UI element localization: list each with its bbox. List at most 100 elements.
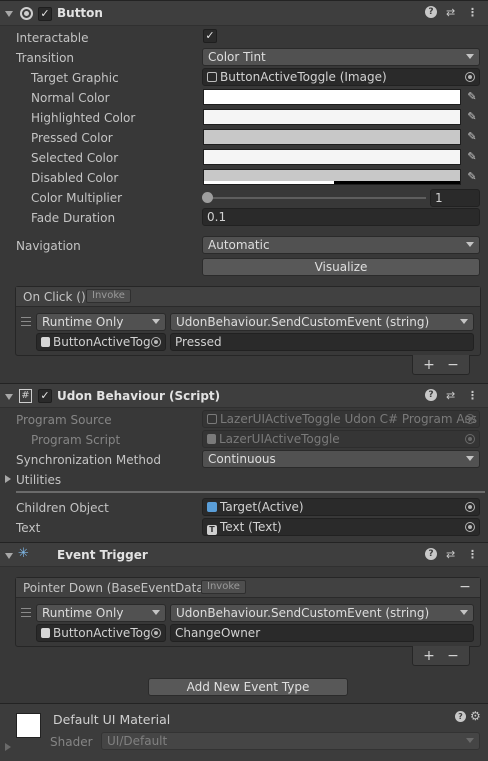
on-click-object-field[interactable]: ButtonActiveTog xyxy=(36,333,166,351)
color-multiplier-slider-track[interactable] xyxy=(206,197,426,199)
disabled-color-label: Disabled Color xyxy=(31,171,119,185)
shader-dropdown: UI/Default xyxy=(101,732,480,750)
udon-enabled-checkbox[interactable]: ✓ xyxy=(38,389,52,403)
pointer-down-invoke-button[interactable]: Invoke xyxy=(201,580,246,594)
interactable-label: Interactable xyxy=(16,31,89,45)
navigation-label: Navigation xyxy=(16,239,81,253)
object-picker-icon xyxy=(465,414,475,424)
on-click-invoke-button[interactable]: Invoke xyxy=(86,289,131,303)
on-click-title: On Click () xyxy=(23,290,86,304)
chevron-down-icon xyxy=(460,319,468,324)
visualize-button[interactable]: Visualize xyxy=(202,258,480,276)
eyedropper-icon[interactable]: ✎ xyxy=(465,130,479,144)
preset-icon[interactable]: ⇄ xyxy=(446,389,455,402)
program-script-label: Program Script xyxy=(31,433,121,447)
remove-listener-button[interactable]: − xyxy=(445,357,461,373)
context-menu-icon[interactable]: ⋮ xyxy=(467,548,478,561)
pointer-down-object-field[interactable]: ButtonActiveTog xyxy=(36,624,166,642)
children-object-label: Children Object xyxy=(16,501,109,515)
event-trigger-title: Event Trigger xyxy=(57,548,148,562)
pointer-down-argument-field[interactable]: ChangeOwner xyxy=(170,624,474,642)
on-click-function-dropdown[interactable]: UdonBehaviour.SendCustomEvent (string) xyxy=(170,313,474,331)
color-multiplier-field[interactable]: 1 xyxy=(430,189,480,207)
event-trigger-icon: ✳ xyxy=(18,546,29,561)
selected-color-label: Selected Color xyxy=(31,151,119,165)
preset-icon[interactable]: ⇄ xyxy=(446,6,455,19)
utilities-foldout-icon[interactable] xyxy=(5,475,11,483)
add-listener-button[interactable]: + xyxy=(421,648,437,664)
button-enabled-checkbox[interactable]: ✓ xyxy=(38,7,52,21)
gear-icon[interactable]: ⚙ xyxy=(470,709,481,723)
csharp-script-icon: # xyxy=(19,389,32,403)
foldout-arrow-icon[interactable] xyxy=(5,394,13,400)
help-icon[interactable]: ? xyxy=(425,6,437,18)
object-picker-icon[interactable] xyxy=(465,502,475,512)
program-script-field: LazerUIActiveToggle xyxy=(202,430,480,448)
eyedropper-icon[interactable]: ✎ xyxy=(465,110,479,124)
add-listener-button[interactable]: + xyxy=(421,357,437,373)
shader-label: Shader xyxy=(50,735,93,749)
transition-dropdown[interactable]: Color Tint xyxy=(202,48,480,66)
fade-duration-label: Fade Duration xyxy=(31,211,116,225)
eyedropper-icon[interactable]: ✎ xyxy=(465,150,479,164)
help-icon[interactable]: ? xyxy=(425,389,437,401)
target-graphic-label: Target Graphic xyxy=(31,71,119,85)
color-multiplier-slider-thumb[interactable] xyxy=(202,192,213,203)
script-icon xyxy=(41,628,50,638)
chevron-down-icon xyxy=(466,54,474,59)
pointer-down-function-dropdown[interactable]: UdonBehaviour.SendCustomEvent (string) xyxy=(170,604,474,622)
material-foldout-icon[interactable] xyxy=(5,743,11,751)
transition-label: Transition xyxy=(16,51,75,65)
object-picker-icon[interactable] xyxy=(465,522,475,532)
utilities-divider xyxy=(16,491,485,493)
fade-duration-field[interactable]: 0.1 xyxy=(202,208,480,226)
drag-handle-icon[interactable] xyxy=(21,608,31,617)
button-component-title: Button xyxy=(57,6,103,20)
chevron-down-icon xyxy=(466,456,474,461)
normal-color-label: Normal Color xyxy=(31,91,110,105)
chevron-down-icon xyxy=(152,610,160,615)
interactable-checkbox[interactable]: ✓ xyxy=(203,29,217,43)
button-component-header[interactable]: ✓ Button ? ⇄ ⋮ xyxy=(0,0,488,26)
target-graphic-field[interactable]: ButtonActiveToggle (Image) xyxy=(202,68,480,86)
add-new-event-type-button[interactable]: Add New Event Type xyxy=(148,678,348,696)
disabled-color-swatch[interactable] xyxy=(203,169,461,185)
remove-event-button[interactable]: − xyxy=(457,579,473,595)
sync-method-dropdown[interactable]: Continuous xyxy=(202,450,480,468)
selected-color-swatch[interactable] xyxy=(203,149,461,165)
program-source-field: LazerUIActiveToggle Udon C# Program Ass xyxy=(202,410,480,428)
text-field[interactable]: T Text (Text) xyxy=(202,518,480,536)
help-icon[interactable]: ? xyxy=(425,548,437,560)
on-click-runtime-dropdown[interactable]: Runtime Only xyxy=(36,313,166,331)
pressed-color-swatch[interactable] xyxy=(203,129,461,145)
material-preview[interactable] xyxy=(16,713,41,738)
children-object-field[interactable]: Target(Active) xyxy=(202,498,480,516)
object-picker-icon[interactable] xyxy=(151,628,161,638)
foldout-arrow-icon[interactable] xyxy=(5,11,13,17)
navigation-dropdown[interactable]: Automatic xyxy=(202,236,480,254)
pointer-down-runtime-dropdown[interactable]: Runtime Only xyxy=(36,604,166,622)
drag-handle-icon[interactable] xyxy=(21,317,31,326)
alpha-bar-dark xyxy=(334,181,460,184)
on-click-argument-field[interactable]: Pressed xyxy=(170,333,474,351)
color-multiplier-label: Color Multiplier xyxy=(31,191,123,205)
highlighted-color-label: Highlighted Color xyxy=(31,111,136,125)
eyedropper-icon[interactable]: ✎ xyxy=(465,170,479,184)
context-menu-icon[interactable]: ⋮ xyxy=(467,6,478,19)
eyedropper-icon[interactable]: ✎ xyxy=(465,90,479,104)
event-trigger-header[interactable]: ✳ Event Trigger ? ⇄ ⋮ xyxy=(0,542,488,567)
foldout-arrow-icon[interactable] xyxy=(5,553,13,559)
preset-icon[interactable]: ⇄ xyxy=(446,548,455,561)
udon-component-header[interactable]: # ✓ Udon Behaviour (Script) ? ⇄ ⋮ xyxy=(0,383,488,408)
normal-color-swatch[interactable] xyxy=(203,89,461,105)
program-source-label: Program Source xyxy=(16,413,112,427)
object-picker-icon[interactable] xyxy=(465,72,475,82)
remove-listener-button[interactable]: − xyxy=(445,648,461,664)
button-component-icon xyxy=(20,7,33,20)
object-picker-icon[interactable] xyxy=(151,337,161,347)
program-asset-icon xyxy=(207,414,217,424)
highlighted-color-swatch[interactable] xyxy=(203,109,461,125)
help-icon[interactable]: ? xyxy=(455,711,466,722)
context-menu-icon[interactable]: ⋮ xyxy=(467,389,478,402)
utilities-label[interactable]: Utilities xyxy=(16,473,61,487)
